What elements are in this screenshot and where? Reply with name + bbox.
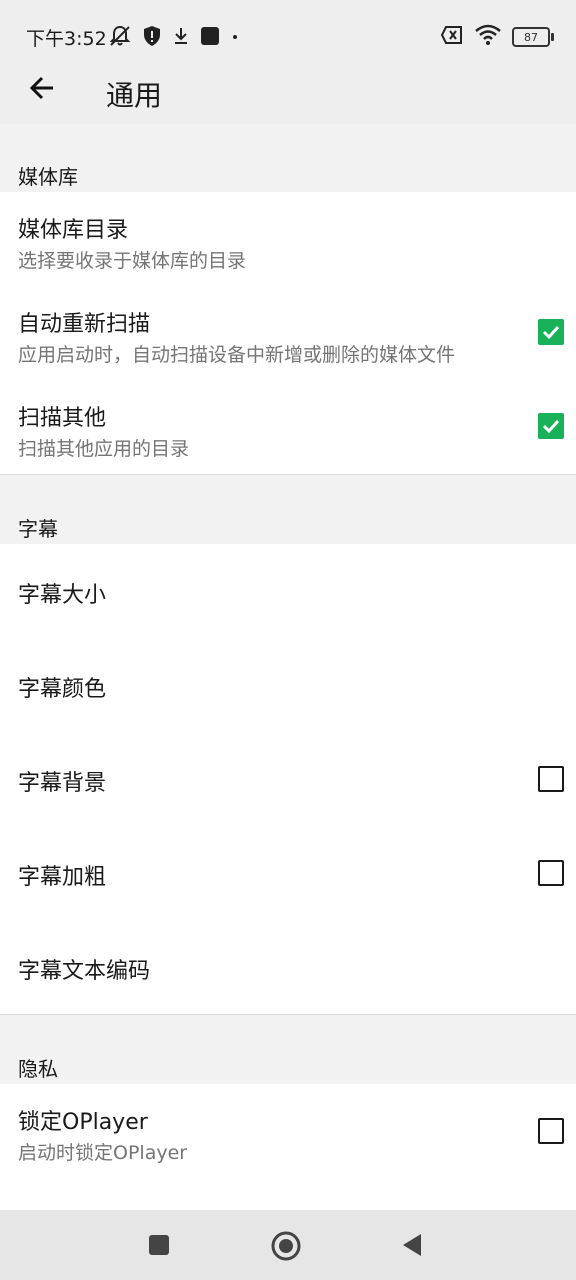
section-privacy: 锁定OPlayer 启动时锁定OPlayer — [0, 1084, 576, 1212]
item-subtitle: 扫描其他应用的目录 — [18, 438, 190, 460]
recents-square-icon[interactable] — [148, 1234, 170, 1260]
square-icon — [200, 26, 220, 50]
section-media-library: 媒体库目录 选择要收录于媒体库的目录 自动重新扫描 应用启动时，自动扫描设备中新… — [0, 192, 576, 474]
battery-icon: 87 — [512, 27, 554, 47]
back-triangle-icon[interactable] — [400, 1232, 424, 1262]
status-bar: 下午3:52 87 — [0, 0, 576, 70]
item-title: 自动重新扫描 — [18, 312, 151, 337]
home-circle-icon[interactable] — [270, 1230, 302, 1266]
status-time: 下午3:52 — [26, 28, 107, 50]
item-title: 字幕文本编码 — [18, 959, 151, 984]
subtitle-color-item[interactable]: 字幕颜色 — [0, 638, 576, 732]
subtitle-background-item[interactable]: 字幕背景 — [0, 732, 576, 826]
download-icon — [172, 26, 190, 50]
subtitle-background-checkbox[interactable] — [538, 766, 564, 792]
section-subtitles: 字幕大小 字幕颜色 字幕背景 字幕加粗 字幕文本编码 — [0, 544, 576, 1014]
checkmark-icon — [542, 419, 560, 434]
subtitle-size-item[interactable]: 字幕大小 — [0, 544, 576, 638]
wifi-icon — [474, 24, 502, 50]
section-header-media-library: 媒体库 — [0, 124, 576, 192]
item-title: 字幕大小 — [18, 583, 107, 608]
dot-icon — [230, 26, 240, 50]
section-title: 字幕 — [18, 517, 58, 541]
item-subtitle: 启动时锁定OPlayer — [18, 1142, 188, 1164]
subtitle-encoding-item[interactable]: 字幕文本编码 — [0, 920, 576, 1014]
status-right-icons: 87 — [440, 24, 554, 50]
section-header-subtitles: 字幕 — [0, 475, 576, 544]
subtitle-bold-checkbox[interactable] — [538, 860, 564, 886]
page-title: 通用 — [106, 79, 163, 112]
bell-off-icon — [108, 24, 132, 52]
battery-level: 87 — [524, 30, 538, 44]
media-library-directory-item[interactable]: 媒体库目录 选择要收录于媒体库的目录 — [0, 192, 576, 286]
section-title: 媒体库 — [18, 165, 78, 189]
app-bar: 通用 — [0, 70, 576, 124]
subtitle-bold-item[interactable]: 字幕加粗 — [0, 826, 576, 920]
item-subtitle: 应用启动时，自动扫描设备中新增或删除的媒体文件 — [18, 344, 456, 366]
sim-x-icon — [440, 25, 464, 49]
scan-others-checkbox[interactable] — [538, 413, 564, 439]
shield-icon — [142, 25, 162, 51]
item-title: 字幕背景 — [18, 771, 107, 796]
item-title: 锁定OPlayer — [18, 1110, 148, 1135]
back-button[interactable] — [22, 70, 62, 110]
system-nav-bar — [0, 1210, 576, 1280]
item-subtitle: 选择要收录于媒体库的目录 — [18, 250, 247, 272]
section-title: 隐私 — [18, 1057, 58, 1081]
checkmark-icon — [542, 325, 560, 340]
section-header-privacy: 隐私 — [0, 1015, 576, 1084]
auto-rescan-item[interactable]: 自动重新扫描 应用启动时，自动扫描设备中新增或删除的媒体文件 — [0, 286, 576, 380]
scan-others-item[interactable]: 扫描其他 扫描其他应用的目录 — [0, 380, 576, 474]
lock-oplayer-checkbox[interactable] — [538, 1118, 564, 1144]
item-title: 字幕颜色 — [18, 677, 107, 702]
item-title: 字幕加粗 — [18, 865, 107, 890]
lock-oplayer-item[interactable]: 锁定OPlayer 启动时锁定OPlayer — [0, 1084, 576, 1178]
item-title: 扫描其他 — [18, 406, 107, 431]
settings-list: 媒体库 媒体库目录 选择要收录于媒体库的目录 自动重新扫描 应用启动时，自动扫描… — [0, 124, 576, 1212]
item-title: 媒体库目录 — [18, 218, 129, 243]
auto-rescan-checkbox[interactable] — [538, 319, 564, 345]
status-left-icons — [108, 24, 240, 52]
arrow-left-icon — [28, 74, 56, 106]
